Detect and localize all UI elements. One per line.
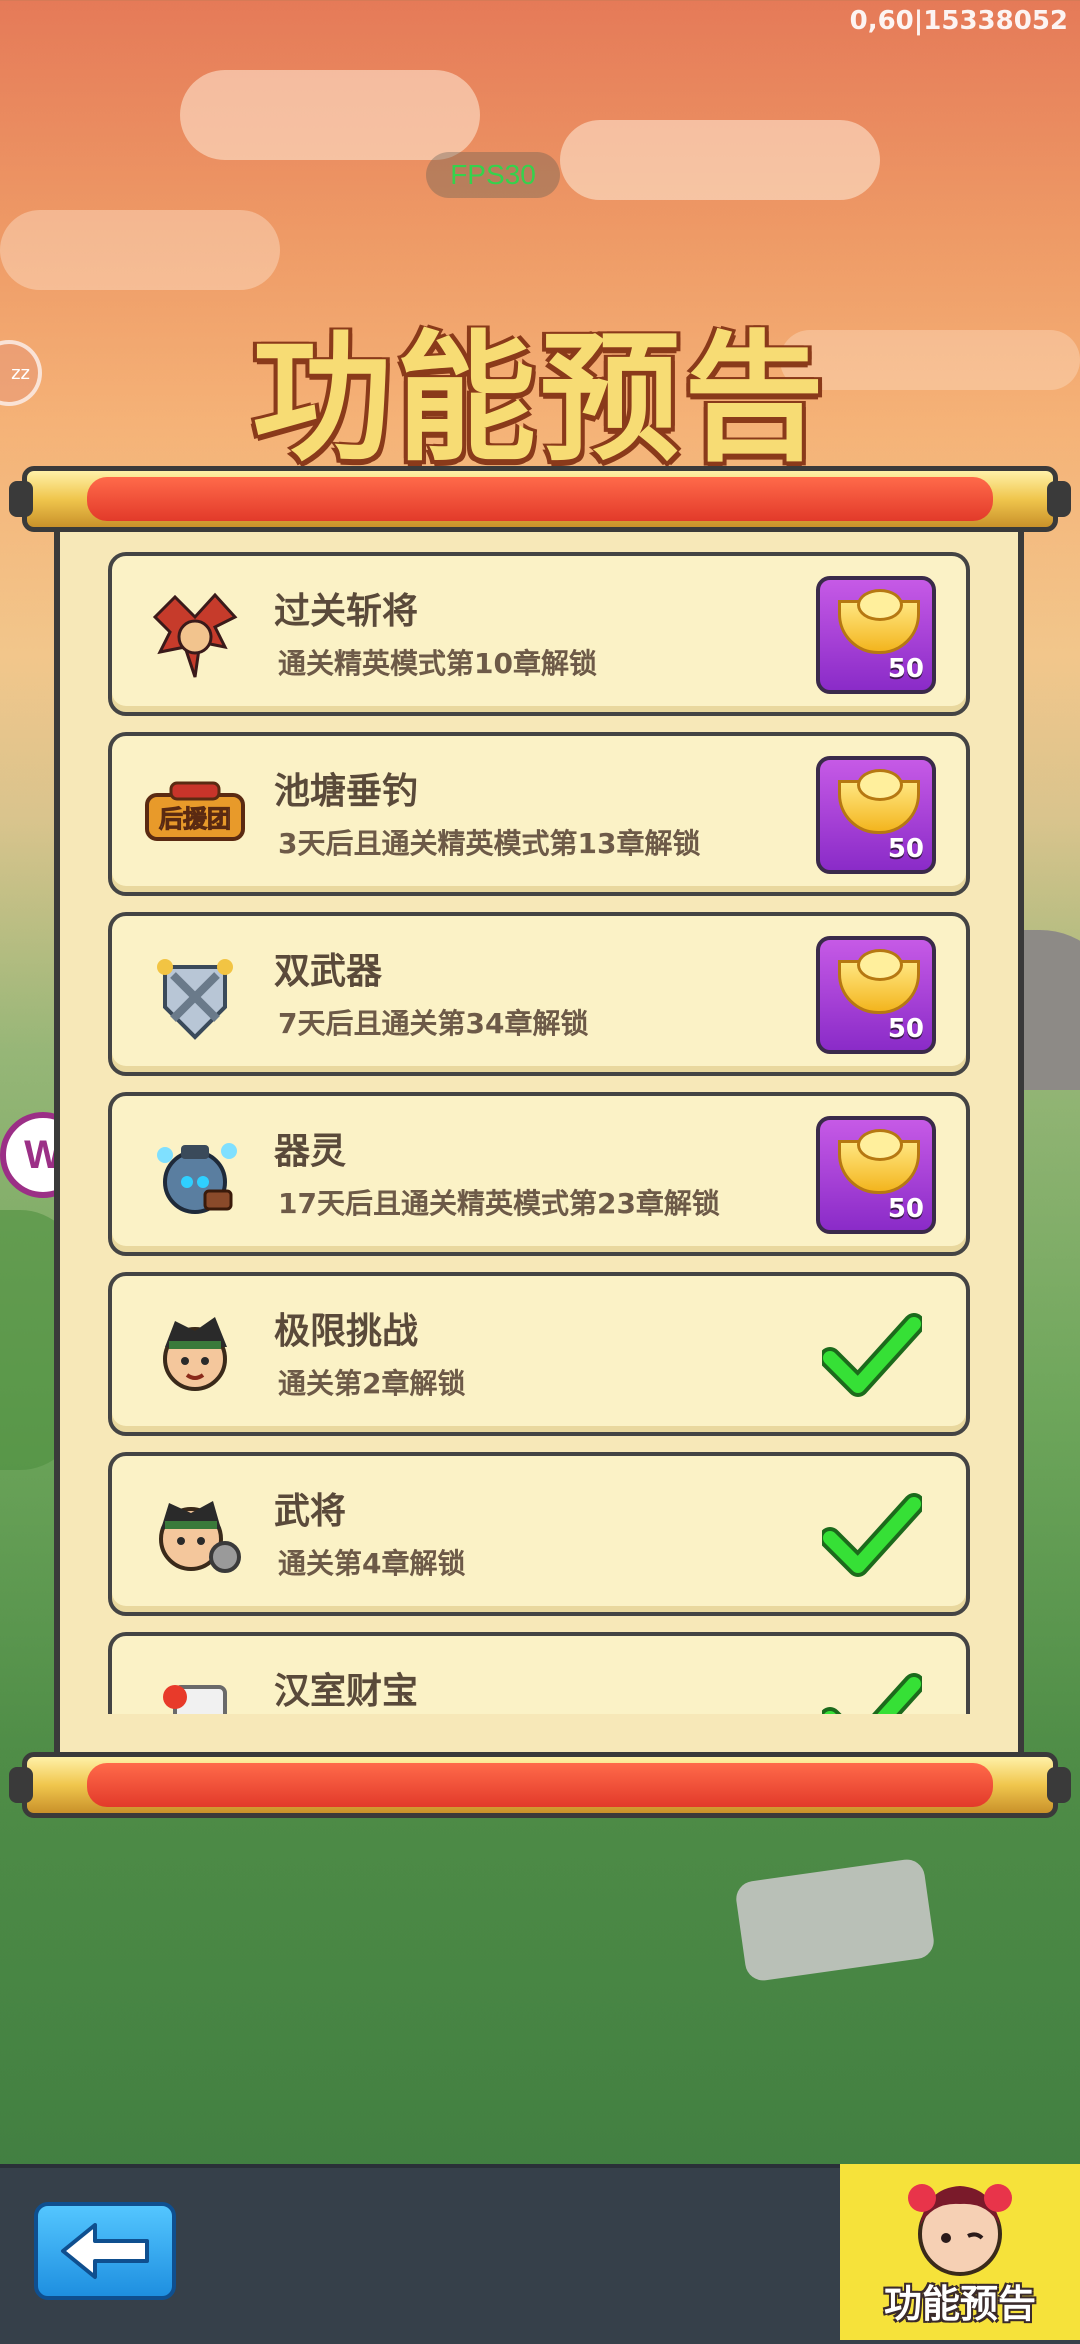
- feature-name: 过关斩将: [274, 591, 419, 632]
- warrior-dragon-icon: [140, 582, 250, 692]
- check-icon: [822, 1493, 922, 1577]
- spirit-pot-icon: [140, 1122, 250, 1232]
- scroll-rod-top: [9, 466, 1071, 532]
- feature-unlock-condition: 通关精英模式第10章解锁: [278, 647, 597, 680]
- feature-preview-tab[interactable]: 功能预告: [840, 2164, 1080, 2340]
- page-title: 功能预告: [251, 317, 828, 481]
- feature-name: 极限挑战: [274, 1311, 419, 1352]
- feature-card: 过关斩将 通关精英模式第10章解锁 50: [108, 552, 970, 716]
- feature-card: 武将 通关第4章解锁: [108, 1452, 970, 1616]
- check-icon: [822, 1673, 922, 1714]
- feature-name: 池塘垂钓: [274, 771, 419, 812]
- crossed-swords-shield-icon: [140, 942, 250, 1052]
- back-button[interactable]: [34, 2202, 176, 2300]
- gold-ingot-icon: [838, 769, 920, 834]
- claim-reward-button[interactable]: 50: [816, 1116, 936, 1234]
- fps-indicator: FPS30: [426, 152, 560, 198]
- feature-card: 双武器 7天后且通关第34章解锁 50: [108, 912, 970, 1076]
- feature-unlock-condition: 通关第2章解锁: [278, 1367, 466, 1400]
- feature-card: 器灵 17天后且通关精英模式第23章解锁 50: [108, 1092, 970, 1256]
- claim-reward-button[interactable]: 50: [816, 756, 936, 874]
- reward-count: 50: [887, 1194, 924, 1224]
- claim-reward-button[interactable]: 50: [816, 576, 936, 694]
- scroll-rod-bottom: [9, 1752, 1071, 1818]
- back-arrow-icon: [61, 2223, 149, 2279]
- background-cloud: [180, 70, 480, 160]
- background-stone: [733, 1857, 937, 1983]
- feature-unlock-condition: 7天后且通关第34章解锁: [278, 1007, 589, 1040]
- feature-unlock-condition: 3天后且通关精英模式第13章解锁: [278, 827, 701, 860]
- feature-preview-label: 功能预告: [883, 2282, 1036, 2326]
- background-cloud: [0, 210, 280, 290]
- check-icon: [822, 1313, 922, 1397]
- banner-houyuantuan-icon: 后援团: [140, 762, 250, 872]
- icon-banner-text: 后援团: [159, 805, 231, 833]
- feature-name: 武将: [274, 1491, 347, 1532]
- claim-reward-button[interactable]: 50: [816, 936, 936, 1054]
- feature-name: 汉室财宝: [274, 1671, 419, 1712]
- girl-avatar-icon: [908, 2184, 1012, 2276]
- reward-count: 50: [887, 834, 924, 864]
- gold-ingot-icon: [838, 1129, 920, 1194]
- feature-card: 汉室财宝: [108, 1632, 970, 1714]
- feature-unlock-condition: 通关第4章解锁: [278, 1547, 466, 1580]
- perf-counter: 0,60|15338052: [849, 6, 1068, 36]
- feature-name: 器灵: [274, 1131, 347, 1172]
- hero-portrait-icon: [140, 1302, 250, 1412]
- gold-ingot-icon: [838, 589, 920, 654]
- feature-card: 极限挑战 通关第2章解锁: [108, 1272, 970, 1436]
- general-portrait-icon: [140, 1482, 250, 1592]
- feature-unlock-condition: 17天后且通关精英模式第23章解锁: [278, 1187, 720, 1220]
- reward-count: 50: [887, 1014, 924, 1044]
- background-cloud: [560, 120, 880, 200]
- feature-name: 双武器: [274, 951, 383, 992]
- gold-ingot-icon: [838, 949, 920, 1014]
- treasure-scroll-icon: [140, 1662, 250, 1714]
- feature-list[interactable]: 过关斩将 通关精英模式第10章解锁 50 后援团 池塘垂钓 3天后且通关精英模式…: [108, 552, 970, 1714]
- reward-count: 50: [887, 654, 924, 684]
- feature-card: 后援团 池塘垂钓 3天后且通关精英模式第13章解锁 50: [108, 732, 970, 896]
